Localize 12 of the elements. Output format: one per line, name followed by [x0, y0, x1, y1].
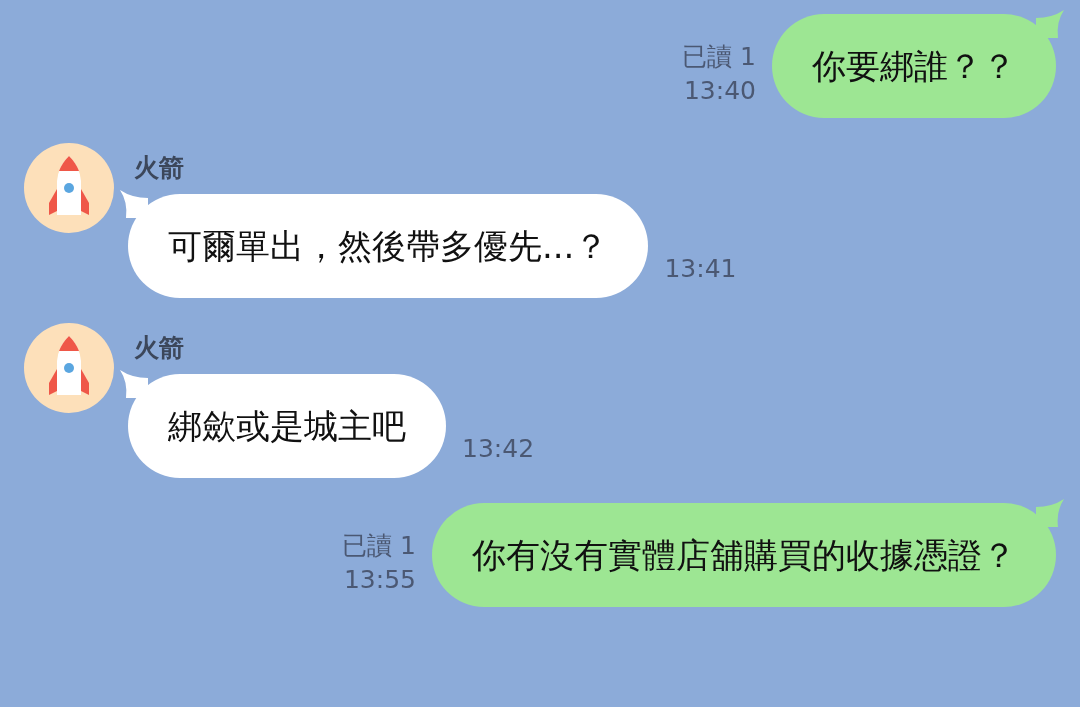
sender-name: 火箭	[134, 332, 185, 364]
bubble-tail	[120, 370, 148, 398]
sender-name: 火箭	[134, 152, 185, 184]
message-time: 13:40	[683, 75, 756, 107]
bubble-tail	[1036, 499, 1064, 527]
bubble-tail	[1036, 10, 1064, 38]
message-time: 13:55	[343, 564, 416, 596]
message-time: 13:41	[664, 253, 737, 285]
read-receipt: 已讀 1	[682, 41, 756, 73]
message-time: 13:42	[462, 433, 535, 465]
bubble-tail	[120, 190, 148, 218]
read-receipt: 已讀 1	[342, 530, 416, 562]
